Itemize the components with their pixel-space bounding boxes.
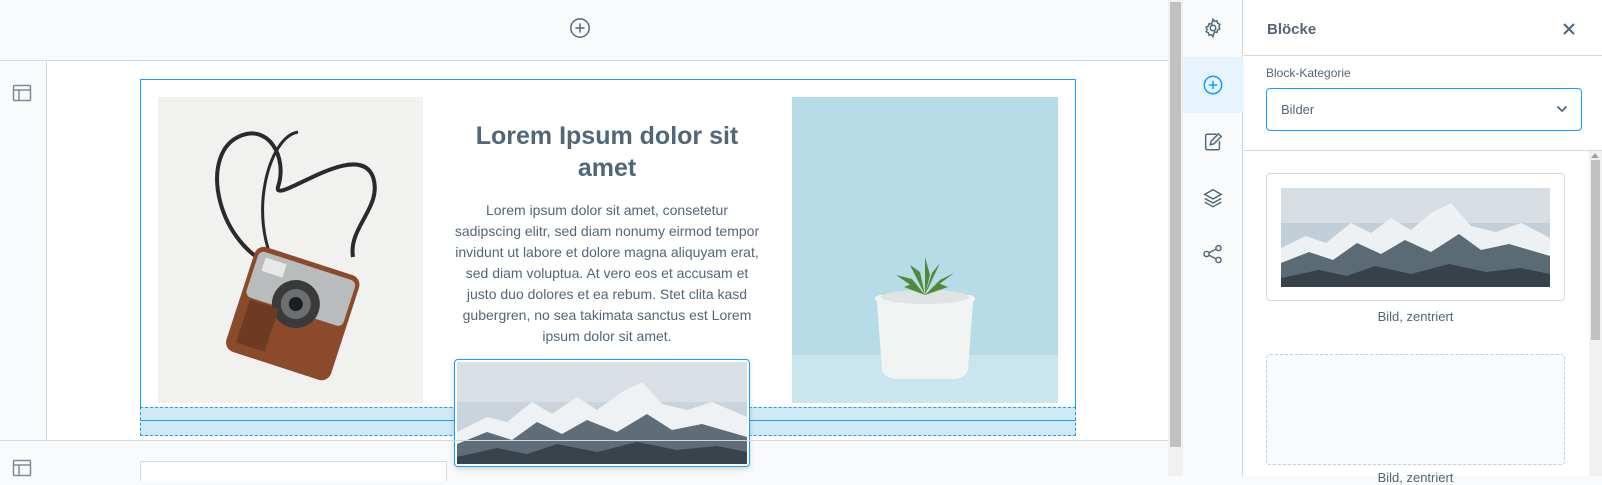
block-body-text: Lorem ipsum dolor sit amet, consetetur s… <box>454 202 760 344</box>
category-label: Block-Kategorie <box>1266 66 1351 80</box>
block-label: Bild, zentriert <box>1377 309 1454 324</box>
scroll-up-arrow-icon[interactable] <box>1591 153 1599 158</box>
layout-icon[interactable] <box>12 458 32 478</box>
tool-edit[interactable] <box>1183 114 1243 170</box>
tool-layers[interactable] <box>1183 170 1243 226</box>
tool-settings[interactable] <box>1183 0 1243 56</box>
tool-share[interactable] <box>1183 226 1243 282</box>
section-rail <box>0 61 47 440</box>
panel-title: Blöcke <box>1267 21 1317 38</box>
tool-add-blocks[interactable] <box>1183 57 1243 113</box>
dragged-block-preview[interactable] <box>454 359 750 467</box>
camera-image[interactable] <box>158 97 423 403</box>
block-title: Lorem Ipsum dolor sit amet <box>475 122 739 182</box>
gear-icon <box>1205 17 1221 39</box>
block-thumbnail <box>1281 188 1550 287</box>
layout-icon[interactable] <box>12 83 32 103</box>
panel-scrollbar-thumb[interactable] <box>1591 160 1600 340</box>
plant-image[interactable] <box>792 97 1058 403</box>
block-card-image-placeholder[interactable] <box>1266 354 1565 465</box>
canvas-scrollbar-thumb[interactable] <box>1170 2 1181 447</box>
share-icon <box>1203 244 1222 264</box>
layers-icon <box>1203 188 1223 208</box>
block-card-image-centered[interactable] <box>1266 173 1565 301</box>
section-separator <box>0 440 1168 441</box>
close-icon[interactable] <box>1562 22 1576 36</box>
category-select-value: Bilder <box>1281 102 1315 117</box>
text-block[interactable]: Lorem Ipsum dolor sit amet Lorem ipsum d… <box>452 120 762 347</box>
plus-circle-icon <box>1203 75 1223 95</box>
chevron-down-icon <box>1555 102 1569 116</box>
edit-icon <box>1204 132 1223 151</box>
block-label: Bild, zentriert <box>1377 470 1454 485</box>
add-section-icon[interactable] <box>569 17 591 39</box>
next-section-block[interactable] <box>140 461 447 481</box>
panel-divider <box>1244 150 1602 151</box>
